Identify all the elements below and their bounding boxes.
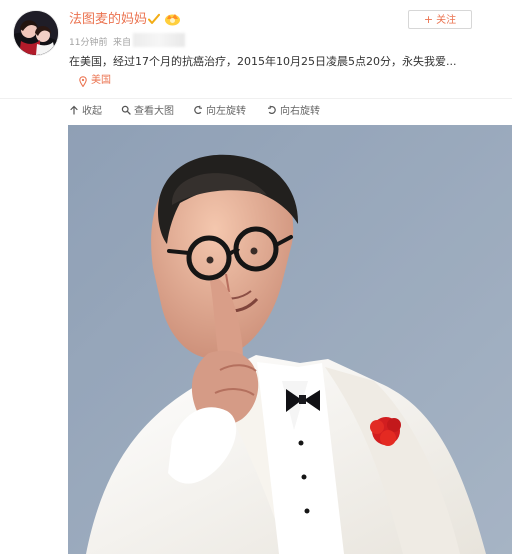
plus-icon: + [423,13,434,26]
post-time: 11分钟前 [69,38,108,48]
username[interactable]: 法图麦的妈妈 [69,12,147,28]
portrait-photo [68,125,512,554]
rotate-left-button[interactable]: 向左旋转 [193,105,246,119]
rotate-left-icon [194,105,202,114]
follow-button-label: 关注 [436,15,457,26]
vip-crown-icon [165,14,180,26]
post-header: 法图麦的妈妈 11分钟前 来自 + 关注 在美国，经过17个月的抗癌治疗，2015… [0,0,512,98]
weibo-post-page: 法图麦的妈妈 11分钟前 来自 + 关注 在美国，经过17个月的抗癌治疗，2015… [0,0,512,554]
blurred-source-app [133,33,185,47]
follow-button[interactable]: + 关注 [408,10,472,29]
collapse-up-arrow-icon [70,105,78,115]
view-large-label: 查看大图 [134,106,174,117]
post-photo[interactable] [68,125,512,554]
post-text: 在美国，经过17个月的抗癌治疗，2015年10月25日凌晨5点20分，永失我爱.… [69,55,457,68]
location-link[interactable]: 美国 [91,75,111,87]
rotate-left-label: 向左旋转 [206,106,246,117]
rotate-right-icon [268,105,276,114]
collapse-button[interactable]: 收起 [69,105,102,119]
view-large-image-button[interactable]: 查看大图 [121,105,174,119]
post-source-label: 来自 [113,38,132,48]
location-pin-icon [79,76,87,87]
avatar-image [14,11,58,55]
search-icon [121,105,131,115]
rotate-right-label: 向右旋转 [280,106,320,117]
avatar[interactable] [14,11,58,55]
image-toolbar: 收起 查看大图 向左旋转 向右旋转 [0,98,512,126]
collapse-label: 收起 [82,106,102,117]
verified-badge-icon [148,13,160,24]
rotate-right-button[interactable]: 向右旋转 [267,105,320,119]
